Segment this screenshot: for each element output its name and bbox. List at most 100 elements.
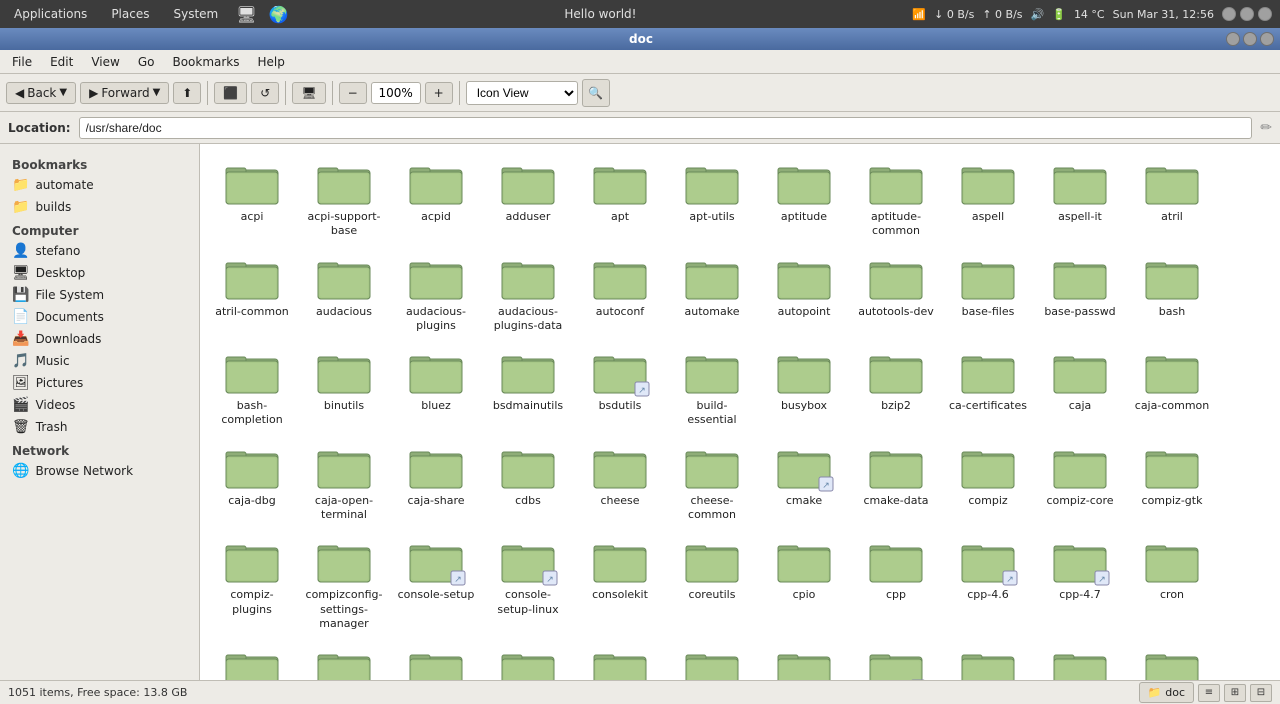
- file-area[interactable]: acpi acpi-support-base acpid adduser apt…: [200, 144, 1280, 680]
- file-item[interactable]: ↗debconf-: [852, 639, 940, 680]
- file-item[interactable]: compiz-plugins: [208, 530, 296, 635]
- window-minimize-btn[interactable]: [1226, 32, 1240, 46]
- file-item[interactable]: cron: [1128, 530, 1216, 635]
- file-item[interactable]: atril-common: [208, 247, 296, 338]
- file-item[interactable]: busybox: [760, 341, 848, 432]
- window-close-btn[interactable]: [1260, 32, 1274, 46]
- file-item[interactable]: binutils: [300, 341, 388, 432]
- file-item[interactable]: ↗console-setup: [392, 530, 480, 635]
- compact-view-btn[interactable]: ⊟: [1250, 684, 1272, 702]
- file-item[interactable]: cmake-data: [852, 436, 940, 527]
- file-item[interactable]: caja-open-terminal: [300, 436, 388, 527]
- file-item[interactable]: audacious: [300, 247, 388, 338]
- file-item[interactable]: debconf: [760, 639, 848, 680]
- terminal-icon[interactable]: 🖥: [236, 5, 256, 24]
- file-item[interactable]: compiz-gtk: [1128, 436, 1216, 527]
- file-item[interactable]: ↗bsdutils: [576, 341, 664, 432]
- sidebar-item-filesystem[interactable]: 💾 File System: [0, 284, 199, 306]
- file-item[interactable]: dash: [208, 639, 296, 680]
- file-item[interactable]: coreutils: [668, 530, 756, 635]
- file-item[interactable]: debian-: [1036, 639, 1124, 680]
- file-item[interactable]: adduser: [484, 152, 572, 243]
- file-item[interactable]: acpi: [208, 152, 296, 243]
- file-item[interactable]: dconf-: [484, 639, 572, 680]
- sidebar-item-downloads[interactable]: 📥 Downloads: [0, 328, 199, 350]
- file-item[interactable]: base-files: [944, 247, 1032, 338]
- file-item[interactable]: cpp: [852, 530, 940, 635]
- applications-menu[interactable]: Applications: [8, 5, 93, 23]
- file-item[interactable]: autotools-dev: [852, 247, 940, 338]
- file-item[interactable]: ca-certificates: [944, 341, 1032, 432]
- file-item[interactable]: autopoint: [760, 247, 848, 338]
- wm-maximize[interactable]: [1240, 7, 1254, 21]
- menu-go[interactable]: Go: [130, 53, 163, 71]
- sidebar-item-music[interactable]: 🎵 Music: [0, 350, 199, 372]
- file-item[interactable]: aptitude: [760, 152, 848, 243]
- file-item[interactable]: bash-completion: [208, 341, 296, 432]
- file-item[interactable]: caja-dbg: [208, 436, 296, 527]
- forward-button[interactable]: ▶ Forward ▼: [80, 82, 169, 104]
- sidebar-item-browse-network[interactable]: 🌐 Browse Network: [0, 460, 199, 482]
- file-item[interactable]: ↗cpp-4.7: [1036, 530, 1124, 635]
- file-item[interactable]: apt: [576, 152, 664, 243]
- edit-location-icon[interactable]: ✏: [1260, 120, 1272, 136]
- menu-edit[interactable]: Edit: [42, 53, 81, 71]
- file-item[interactable]: ↗console-setup-linux: [484, 530, 572, 635]
- menu-view[interactable]: View: [83, 53, 127, 71]
- menu-file[interactable]: File: [4, 53, 40, 71]
- location-input[interactable]: [79, 117, 1253, 139]
- sidebar-item-builds[interactable]: 📁 builds: [0, 196, 199, 218]
- file-item[interactable]: atril: [1128, 152, 1216, 243]
- file-item[interactable]: cheese: [576, 436, 664, 527]
- file-item[interactable]: bluez: [392, 341, 480, 432]
- zoom-in-button[interactable]: +: [425, 82, 453, 104]
- places-menu[interactable]: Places: [105, 5, 155, 23]
- file-item[interactable]: dbus-x11: [392, 639, 480, 680]
- file-item[interactable]: caja: [1036, 341, 1124, 432]
- file-item[interactable]: compiz: [944, 436, 1032, 527]
- forward-dropdown-icon[interactable]: ▼: [153, 87, 161, 98]
- stop-button[interactable]: ⬛: [214, 82, 247, 104]
- file-item[interactable]: aspell: [944, 152, 1032, 243]
- list-view-btn[interactable]: ≡: [1198, 684, 1220, 702]
- window-maximize-btn[interactable]: [1243, 32, 1257, 46]
- file-item[interactable]: caja-share: [392, 436, 480, 527]
- sidebar-item-pictures[interactable]: 🖼 Pictures: [0, 372, 199, 394]
- file-item[interactable]: compiz-core: [1036, 436, 1124, 527]
- file-item[interactable]: debian-: [1128, 639, 1216, 680]
- file-item[interactable]: audacious-plugins-data: [484, 247, 572, 338]
- file-item[interactable]: debhelper: [944, 639, 1032, 680]
- system-menu[interactable]: System: [167, 5, 224, 23]
- sidebar-item-videos[interactable]: 🎬 Videos: [0, 394, 199, 416]
- file-item[interactable]: build-essential: [668, 341, 756, 432]
- file-item[interactable]: cpio: [760, 530, 848, 635]
- sidebar-item-automate[interactable]: 📁 automate: [0, 174, 199, 196]
- file-item[interactable]: bash: [1128, 247, 1216, 338]
- home-button[interactable]: 🖥: [292, 82, 325, 104]
- file-item[interactable]: aspell-it: [1036, 152, 1124, 243]
- file-item[interactable]: caja-common: [1128, 341, 1216, 432]
- file-item[interactable]: cdbs: [484, 436, 572, 527]
- sidebar-item-stefano[interactable]: 👤 stefano: [0, 240, 199, 262]
- view-selector[interactable]: Icon View List View Compact View: [466, 81, 578, 105]
- sidebar-item-documents[interactable]: 📄 Documents: [0, 306, 199, 328]
- file-item[interactable]: automake: [668, 247, 756, 338]
- wm-close[interactable]: [1258, 7, 1272, 21]
- icon-view-btn[interactable]: ⊞: [1224, 684, 1246, 702]
- file-item[interactable]: compizconfig-settings-manager: [300, 530, 388, 635]
- browser-icon[interactable]: 🌍: [269, 5, 289, 24]
- menu-help[interactable]: Help: [250, 53, 293, 71]
- file-item[interactable]: bsdmainutils: [484, 341, 572, 432]
- sidebar-item-trash[interactable]: 🗑 Trash: [0, 416, 199, 438]
- zoom-out-button[interactable]: −: [339, 82, 367, 104]
- file-item[interactable]: base-passwd: [1036, 247, 1124, 338]
- file-item[interactable]: acpid: [392, 152, 480, 243]
- file-item[interactable]: acpi-support-base: [300, 152, 388, 243]
- file-item[interactable]: cheese-common: [668, 436, 756, 527]
- sidebar-item-desktop[interactable]: 🖥 Desktop: [0, 262, 199, 284]
- file-item[interactable]: dconf-tools: [668, 639, 756, 680]
- search-button[interactable]: 🔍: [582, 79, 610, 107]
- volume-icon[interactable]: 🔊: [1031, 8, 1045, 21]
- back-dropdown-icon[interactable]: ▼: [59, 87, 67, 98]
- wm-minimize[interactable]: [1222, 7, 1236, 21]
